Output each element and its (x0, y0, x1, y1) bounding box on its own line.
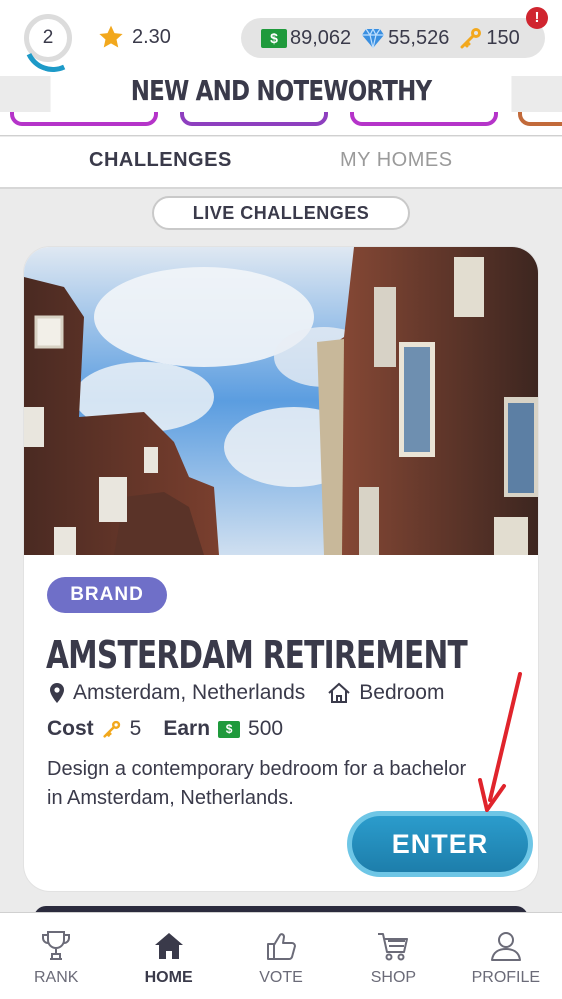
challenge-title: AMSTERDAM RETIREMENT (46, 633, 468, 677)
challenge-location: Amsterdam, Netherlands (73, 681, 306, 704)
nav-profile[interactable]: PROFILE (450, 913, 562, 999)
nav-label: HOME (144, 969, 193, 986)
status-bar: 2 2.30 $ 89,062 55,526 150 ! (0, 0, 562, 76)
gem-balance: 55,526 (361, 27, 449, 50)
nav-label: RANK (33, 969, 79, 986)
earn-label: Earn (163, 717, 211, 740)
house-outline-icon (328, 682, 350, 703)
carousel-item[interactable] (350, 112, 498, 126)
brand-badge: BRAND (47, 577, 167, 613)
tab-challenges[interactable]: CHALLENGES (89, 149, 232, 172)
tab-bar: CHALLENGES MY HOMES (0, 137, 562, 189)
diamond-icon (362, 27, 385, 49)
nav-label: SHOP (370, 969, 417, 986)
currency-bar[interactable]: $ 89,062 55,526 150 (241, 18, 545, 58)
challenge-description: Design a contemporary bedroom for a bach… (47, 758, 467, 809)
carousel-item[interactable] (180, 112, 328, 126)
star-icon (99, 25, 123, 48)
challenge-card[interactable]: BRAND AMSTERDAM RETIREMENT Amsterdam, Ne… (24, 247, 538, 891)
enter-button-label: ENTER (352, 816, 528, 872)
gem-value: 55,526 (388, 26, 450, 49)
carousel-item[interactable] (518, 112, 562, 126)
nav-rank[interactable]: RANK (0, 913, 112, 999)
live-challenges-filter[interactable]: LIVE CHALLENGES (152, 196, 410, 230)
enter-button[interactable]: ENTER (347, 811, 533, 877)
cost-earn-row: Cost 5 Earn $ 500 (47, 717, 283, 741)
alert-badge[interactable]: ! (526, 7, 548, 29)
key-icon (460, 28, 482, 49)
cost-value: 5 (129, 717, 142, 740)
level-number: 2 (42, 27, 54, 48)
cash-icon: $ (261, 28, 287, 48)
nav-shop[interactable]: SHOP (337, 913, 449, 999)
cash-icon: $ (218, 720, 241, 738)
bottom-nav: RANK HOME VOTE SHOP PROFILE (0, 912, 562, 999)
cost-label: Cost (47, 717, 94, 740)
annotation-arrow-icon (478, 672, 522, 812)
rating-value: 2.30 (132, 25, 171, 48)
person-icon (490, 932, 521, 961)
nav-home[interactable]: HOME (112, 913, 224, 999)
nav-label: VOTE (259, 969, 303, 986)
location-pin-icon (50, 683, 64, 703)
nav-label: PROFILE (471, 969, 541, 986)
tab-my-homes[interactable]: MY HOMES (340, 149, 453, 172)
thumbs-up-icon (267, 933, 297, 960)
earn-value: 500 (248, 717, 284, 740)
nav-vote[interactable]: VOTE (225, 913, 337, 999)
key-value: 150 (486, 26, 520, 49)
rating-display: 2.30 (98, 24, 171, 50)
carousel-item[interactable] (10, 112, 158, 126)
challenge-room: Bedroom (359, 681, 445, 704)
cart-icon (378, 933, 409, 961)
challenge-meta: Amsterdam, Netherlands Bedroom (47, 681, 444, 705)
key-icon (103, 720, 120, 738)
cash-balance: $ 89,062 (261, 27, 351, 50)
trophy-icon (42, 931, 71, 960)
house-icon (154, 933, 183, 959)
featured-carousel[interactable] (0, 112, 562, 136)
key-balance: 150 (459, 26, 520, 50)
level-indicator[interactable]: 2 (24, 14, 72, 62)
cash-value: 89,062 (290, 26, 352, 49)
challenge-photo (24, 247, 538, 555)
